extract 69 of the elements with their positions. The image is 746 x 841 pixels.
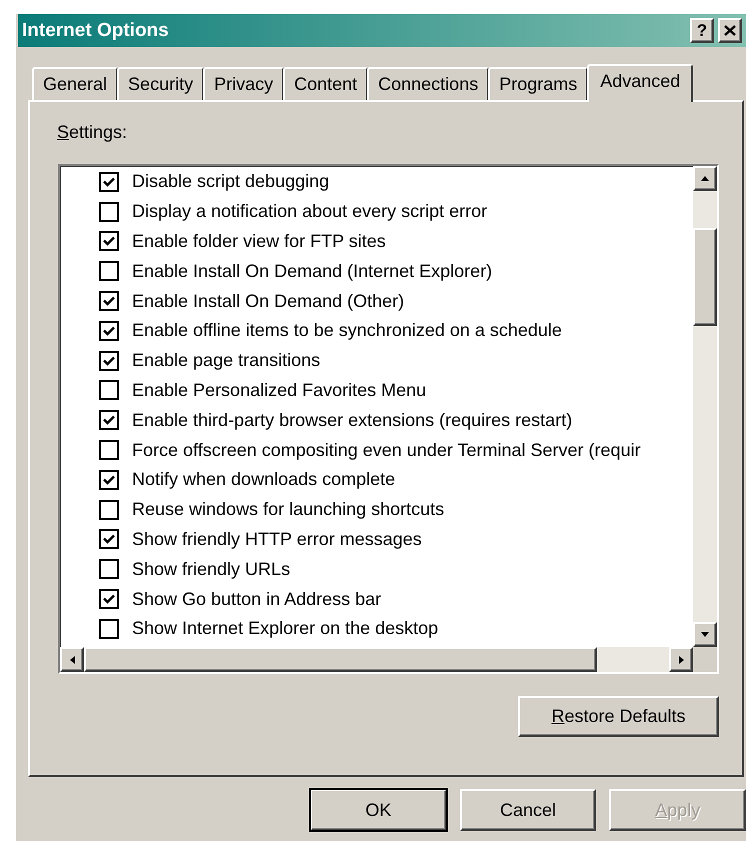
dialog-button[interactable]: OK [310, 789, 447, 831]
right-arrow-icon [678, 656, 684, 664]
checkbox[interactable] [99, 618, 119, 639]
checkbox[interactable] [99, 440, 119, 460]
scroll-up-button[interactable] [693, 166, 717, 191]
checkbox[interactable] [99, 291, 119, 312]
vertical-scrollbar[interactable] [693, 166, 717, 647]
window-title: Internet Options [22, 20, 170, 42]
setting-label[interactable]: Enable page transitions [132, 350, 320, 372]
check-icon [103, 326, 115, 336]
up-arrow-icon [701, 176, 709, 181]
checkbox[interactable] [99, 380, 119, 400]
dialog-button[interactable]: Cancel [460, 789, 596, 831]
close-button[interactable] [718, 18, 742, 43]
check-icon [103, 415, 115, 426]
setting-label[interactable]: Reuse windows for launching shortcuts [132, 499, 444, 520]
checkbox[interactable] [99, 350, 119, 371]
check-icon [103, 356, 115, 366]
setting-label[interactable]: Display a notification about every script error [132, 201, 488, 222]
check-icon [103, 176, 115, 187]
checkbox[interactable] [99, 559, 119, 580]
checkbox[interactable] [99, 589, 119, 610]
setting-label[interactable]: Enable folder view for FTP sites [132, 230, 386, 252]
setting-label[interactable]: Force offscreen compositing even under Terminal Server (requir [132, 440, 641, 461]
setting-label[interactable]: Show friendly URLs [132, 558, 290, 580]
help-button[interactable]: ? [690, 18, 714, 43]
close-icon [724, 25, 736, 36]
setting-label[interactable]: Enable offline items to be synchronized on a schedule [132, 320, 562, 342]
settings-label: Settings: [57, 122, 128, 143]
checkbox[interactable] [99, 261, 119, 282]
setting-label[interactable]: Disable script debugging [132, 171, 330, 192]
check-icon [103, 534, 115, 544]
scroll-right-button[interactable] [669, 647, 693, 672]
scroll-left-button[interactable] [60, 647, 84, 672]
tab[interactable]: Programs [488, 67, 588, 100]
down-arrow-icon [701, 632, 709, 637]
tab[interactable]: General [32, 67, 118, 100]
setting-label[interactable]: Enable Install On Demand (Other) [132, 290, 404, 312]
checkbox[interactable] [99, 231, 119, 252]
scrollbar-corner [693, 647, 717, 672]
tab[interactable]: Security [117, 67, 204, 100]
setting-label[interactable]: Show friendly HTTP error messages [132, 528, 422, 550]
checkbox[interactable] [99, 320, 119, 341]
setting-label[interactable]: Enable third-party browser extensions (requires restart) [132, 410, 572, 431]
setting-label[interactable]: Show Go button in Address bar [132, 588, 382, 610]
checkbox[interactable] [99, 202, 119, 222]
setting-label[interactable]: Show Internet Explorer on the desktop [132, 618, 438, 640]
checkbox[interactable] [99, 470, 119, 490]
tab[interactable]: Content [283, 67, 368, 100]
setting-label[interactable]: Enable Personalized Favorites Menu [132, 380, 426, 401]
scroll-thumb[interactable] [84, 647, 597, 672]
tab[interactable]: Advanced [587, 64, 694, 102]
check-icon [103, 236, 115, 246]
left-arrow-icon [70, 656, 74, 664]
horizontal-scrollbar[interactable] [60, 647, 693, 672]
checkbox[interactable] [99, 410, 119, 430]
checkbox[interactable] [99, 172, 119, 192]
tab[interactable]: Connections [367, 67, 490, 100]
check-icon [103, 296, 115, 306]
setting-label[interactable]: Enable Install On Demand (Internet Explorer) [132, 260, 492, 282]
check-icon [103, 474, 115, 485]
scroll-thumb[interactable] [693, 228, 717, 326]
tab[interactable]: Privacy [203, 67, 284, 100]
checkbox[interactable] [99, 500, 119, 520]
checkbox[interactable] [99, 529, 119, 550]
scroll-down-button[interactable] [693, 622, 717, 647]
restore-defaults-button[interactable]: Restore Defaults [518, 696, 719, 737]
setting-label[interactable]: Notify when downloads complete [132, 469, 396, 490]
check-icon [103, 594, 115, 604]
